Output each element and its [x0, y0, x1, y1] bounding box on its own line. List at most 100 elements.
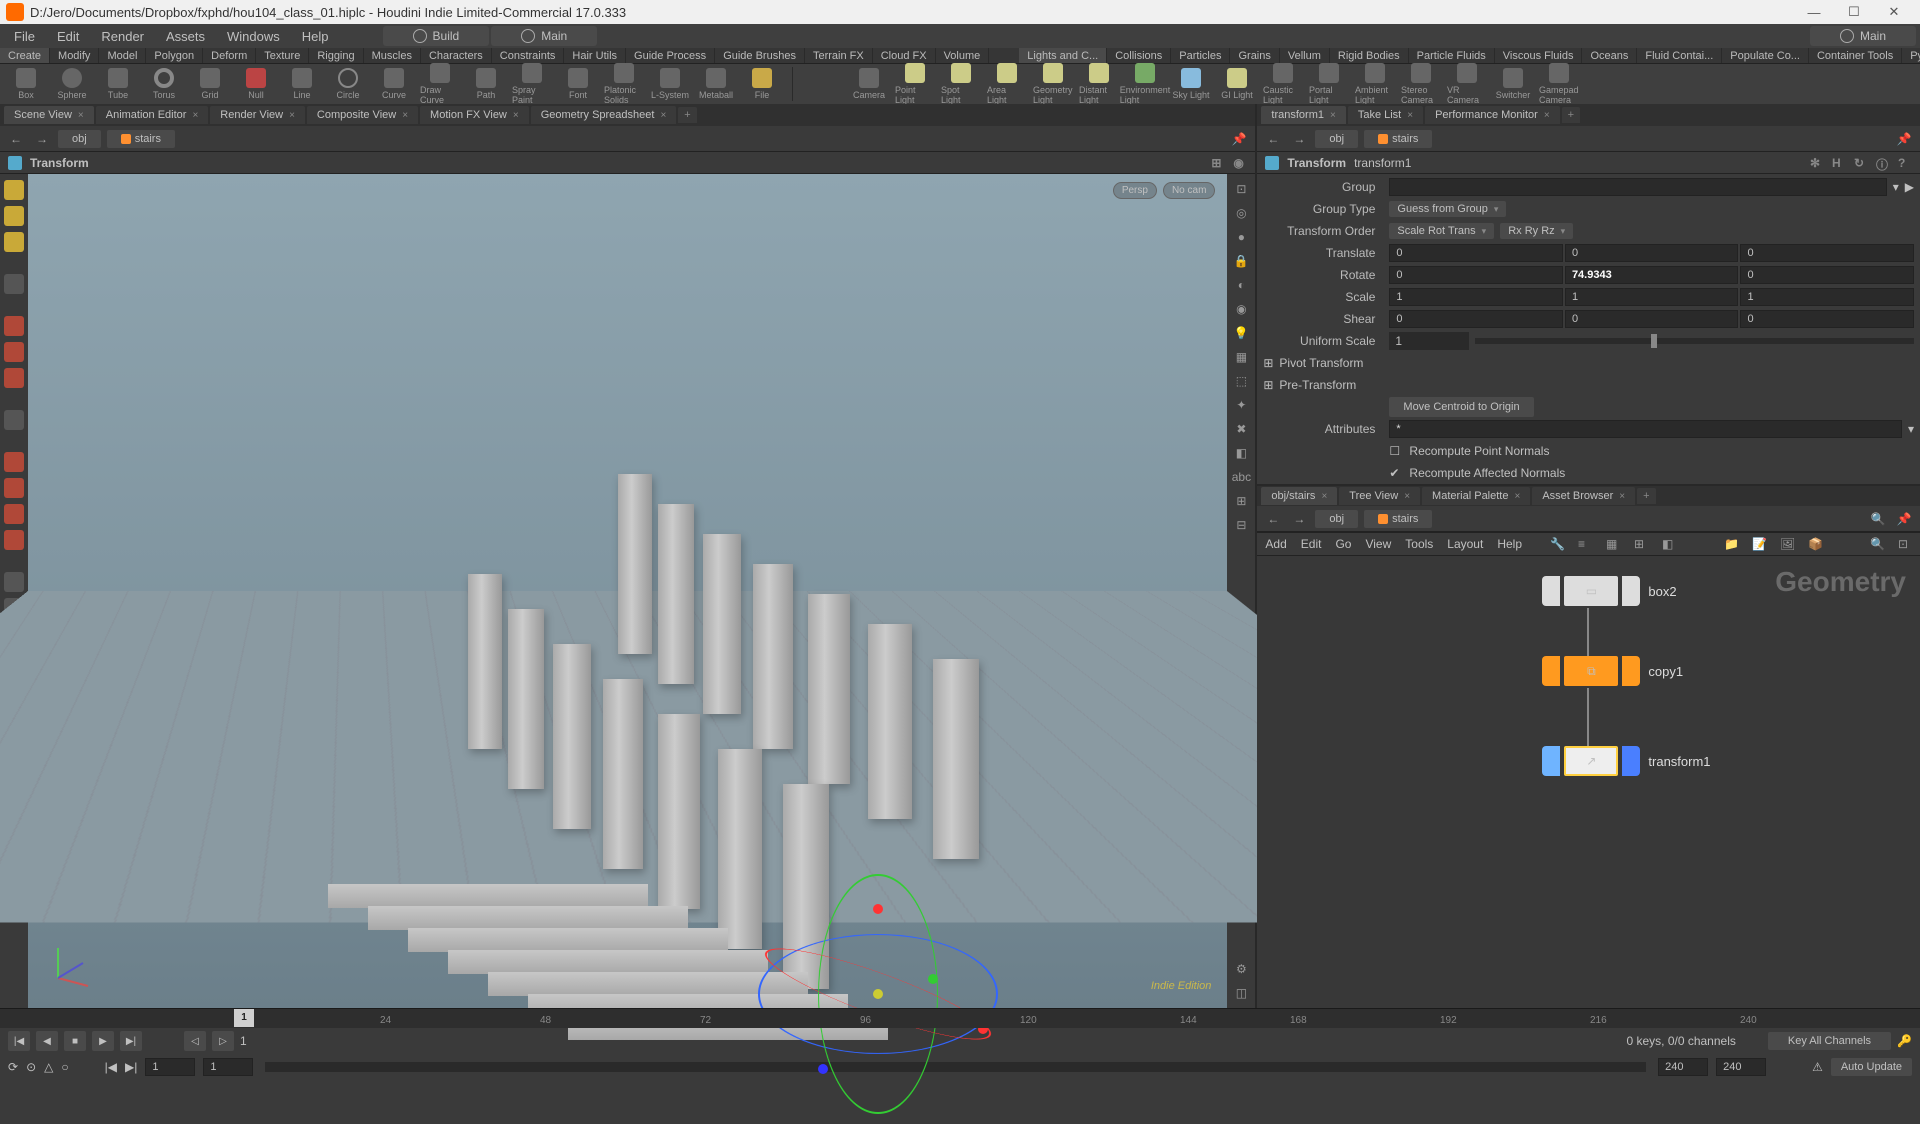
- range-start[interactable]: 1: [145, 1058, 195, 1076]
- viewport-3d[interactable]: Persp No cam Indie Edition: [28, 174, 1227, 1008]
- tab-render-view[interactable]: Render View×: [210, 106, 305, 124]
- display-opt-icon[interactable]: ⊡: [1231, 180, 1251, 198]
- shelf-font[interactable]: Font: [558, 68, 598, 100]
- shelf-line[interactable]: Line: [282, 68, 322, 100]
- display-opt-icon[interactable]: ⚙: [1231, 960, 1251, 978]
- key-icon[interactable]: 🔑: [1897, 1034, 1912, 1048]
- menu-edit[interactable]: Edit: [47, 26, 89, 47]
- netmenu-view[interactable]: View: [1365, 537, 1391, 551]
- play-button[interactable]: ▶: [92, 1031, 114, 1051]
- ry-field[interactable]: 74.9343: [1565, 266, 1739, 284]
- shelf-tab[interactable]: Constraints: [492, 48, 565, 63]
- grouptype-dropdown[interactable]: Guess from Group: [1389, 201, 1506, 217]
- arrow-icon[interactable]: ▶: [1905, 180, 1914, 194]
- shelf-tab[interactable]: Create: [0, 48, 50, 63]
- display-opt-icon[interactable]: ●: [1231, 228, 1251, 246]
- node-transform1[interactable]: ↗ transform1: [1542, 746, 1710, 776]
- shelf-circle[interactable]: Circle: [328, 68, 368, 100]
- minimize-button[interactable]: —: [1794, 5, 1834, 20]
- shelf-tube[interactable]: Tube: [98, 68, 138, 100]
- shelf-tab[interactable]: Vellum: [1280, 48, 1330, 63]
- netmenu-go[interactable]: Go: [1335, 537, 1351, 551]
- network-view[interactable]: Geometry ▭ box2 ⧉ copy1 ↗ transform1: [1257, 556, 1920, 1008]
- status-icon[interactable]: △: [44, 1060, 53, 1074]
- shelf-drawcurve[interactable]: Draw Curve: [420, 63, 460, 105]
- chevron-icon[interactable]: ▾: [1893, 180, 1899, 194]
- node-copy1[interactable]: ⧉ copy1: [1542, 656, 1683, 686]
- status-icon[interactable]: ⊙: [26, 1060, 36, 1074]
- shelf-tab[interactable]: Pyro FX: [1902, 48, 1920, 63]
- shelf-causticlight[interactable]: Caustic Light: [1263, 63, 1303, 105]
- attrs-field[interactable]: *: [1389, 420, 1902, 438]
- shelf-metaball[interactable]: Metaball: [696, 68, 736, 100]
- rz-field[interactable]: 0: [1740, 266, 1914, 284]
- nav-back-icon[interactable]: ←: [1263, 512, 1283, 526]
- shelf-tab[interactable]: Rigging: [309, 48, 363, 63]
- prev-icon[interactable]: |◀: [105, 1060, 117, 1074]
- nav-fwd-icon[interactable]: →: [1289, 512, 1309, 526]
- tab-perfmon[interactable]: Performance Monitor×: [1425, 106, 1560, 124]
- shelf-stereocam[interactable]: Stereo Camera: [1401, 63, 1441, 105]
- display-opt-icon[interactable]: ✦: [1231, 396, 1251, 414]
- last-frame-button[interactable]: ▶|: [120, 1031, 142, 1051]
- rorder-dropdown[interactable]: Rx Ry Rz: [1500, 223, 1573, 239]
- shelf-torus[interactable]: Torus: [144, 68, 184, 100]
- shelf-skylight[interactable]: Sky Light: [1171, 68, 1211, 100]
- shelf-pointlight[interactable]: Point Light: [895, 63, 935, 105]
- tab-geo-spreadsheet[interactable]: Geometry Spreadsheet×: [531, 106, 677, 124]
- grid-icon[interactable]: ▦: [1606, 537, 1620, 551]
- timeline-marker[interactable]: 1: [234, 1009, 254, 1027]
- menu-render[interactable]: Render: [91, 26, 154, 47]
- cam-nocam[interactable]: No cam: [1163, 182, 1215, 199]
- display-opt-icon[interactable]: ◧: [1231, 444, 1251, 462]
- shelf-tab[interactable]: Polygon: [146, 48, 203, 63]
- color-icon[interactable]: ◧: [1662, 537, 1676, 551]
- shx-field[interactable]: 0: [1389, 310, 1563, 328]
- arrow-tool[interactable]: [4, 274, 24, 294]
- shz-field[interactable]: 0: [1740, 310, 1914, 328]
- shelf-path[interactable]: Path: [466, 68, 506, 100]
- search-icon[interactable]: 🔍: [1870, 537, 1884, 551]
- image-icon[interactable]: 🖼: [1780, 537, 1794, 551]
- netmenu-layout[interactable]: Layout: [1447, 537, 1483, 551]
- shelf-arealight[interactable]: Area Light: [987, 63, 1027, 105]
- menu-windows[interactable]: Windows: [217, 26, 290, 47]
- netmenu-tools[interactable]: Tools: [1405, 537, 1433, 551]
- shelf-tab[interactable]: Collisions: [1107, 48, 1171, 63]
- select-tool-2[interactable]: [4, 206, 24, 226]
- breadcrumb-stairs[interactable]: stairs: [1364, 510, 1432, 528]
- shelf-file[interactable]: File: [742, 68, 782, 100]
- shelf-spraypaint[interactable]: Spray Paint: [512, 63, 552, 105]
- pin-icon[interactable]: 📌: [1894, 132, 1914, 146]
- view-tool[interactable]: [4, 410, 24, 430]
- centroid-button[interactable]: Move Centroid to Origin: [1389, 397, 1533, 417]
- overview-icon[interactable]: ⊡: [1898, 537, 1912, 551]
- step-fwd-button[interactable]: ▷: [212, 1031, 234, 1051]
- pin-icon[interactable]: 📌: [1229, 132, 1249, 146]
- netmenu-help[interactable]: Help: [1497, 537, 1522, 551]
- tab-motionfx[interactable]: Motion FX View×: [420, 106, 529, 124]
- maximize-button[interactable]: ☐: [1834, 4, 1874, 20]
- snap-tool[interactable]: [4, 452, 24, 472]
- netmenu-add[interactable]: Add: [1265, 537, 1286, 551]
- list-icon[interactable]: ≡: [1578, 537, 1592, 551]
- shelf-tab[interactable]: Hair Utils: [564, 48, 626, 63]
- next-icon[interactable]: ▶|: [125, 1060, 137, 1074]
- breadcrumb-stairs[interactable]: stairs: [1364, 130, 1432, 148]
- timeline[interactable]: 1 24487296120144168192216240: [0, 1008, 1920, 1028]
- tab-add[interactable]: +: [1637, 488, 1655, 504]
- shelf-switcher[interactable]: Switcher: [1493, 68, 1533, 100]
- shelf-lsystem[interactable]: L-System: [650, 68, 690, 100]
- wrench-icon[interactable]: 🔧: [1550, 537, 1564, 551]
- shelf-tab[interactable]: Particle Fluids: [1409, 48, 1495, 63]
- shelf-box[interactable]: Box: [6, 68, 46, 100]
- uscale-slider[interactable]: [1651, 334, 1657, 348]
- display-opt-icon[interactable]: ✖: [1231, 420, 1251, 438]
- shelf-tab[interactable]: Cloud FX: [873, 48, 936, 63]
- shelf-sphere[interactable]: Sphere: [52, 68, 92, 100]
- shelf-tab[interactable]: Populate Co...: [1722, 48, 1809, 63]
- frame-field[interactable]: 1: [240, 1034, 247, 1048]
- shelf-tab[interactable]: Particles: [1171, 48, 1230, 63]
- display-opt-icon[interactable]: ⬚: [1231, 372, 1251, 390]
- shelf-gamepad[interactable]: Gamepad Camera: [1539, 63, 1579, 105]
